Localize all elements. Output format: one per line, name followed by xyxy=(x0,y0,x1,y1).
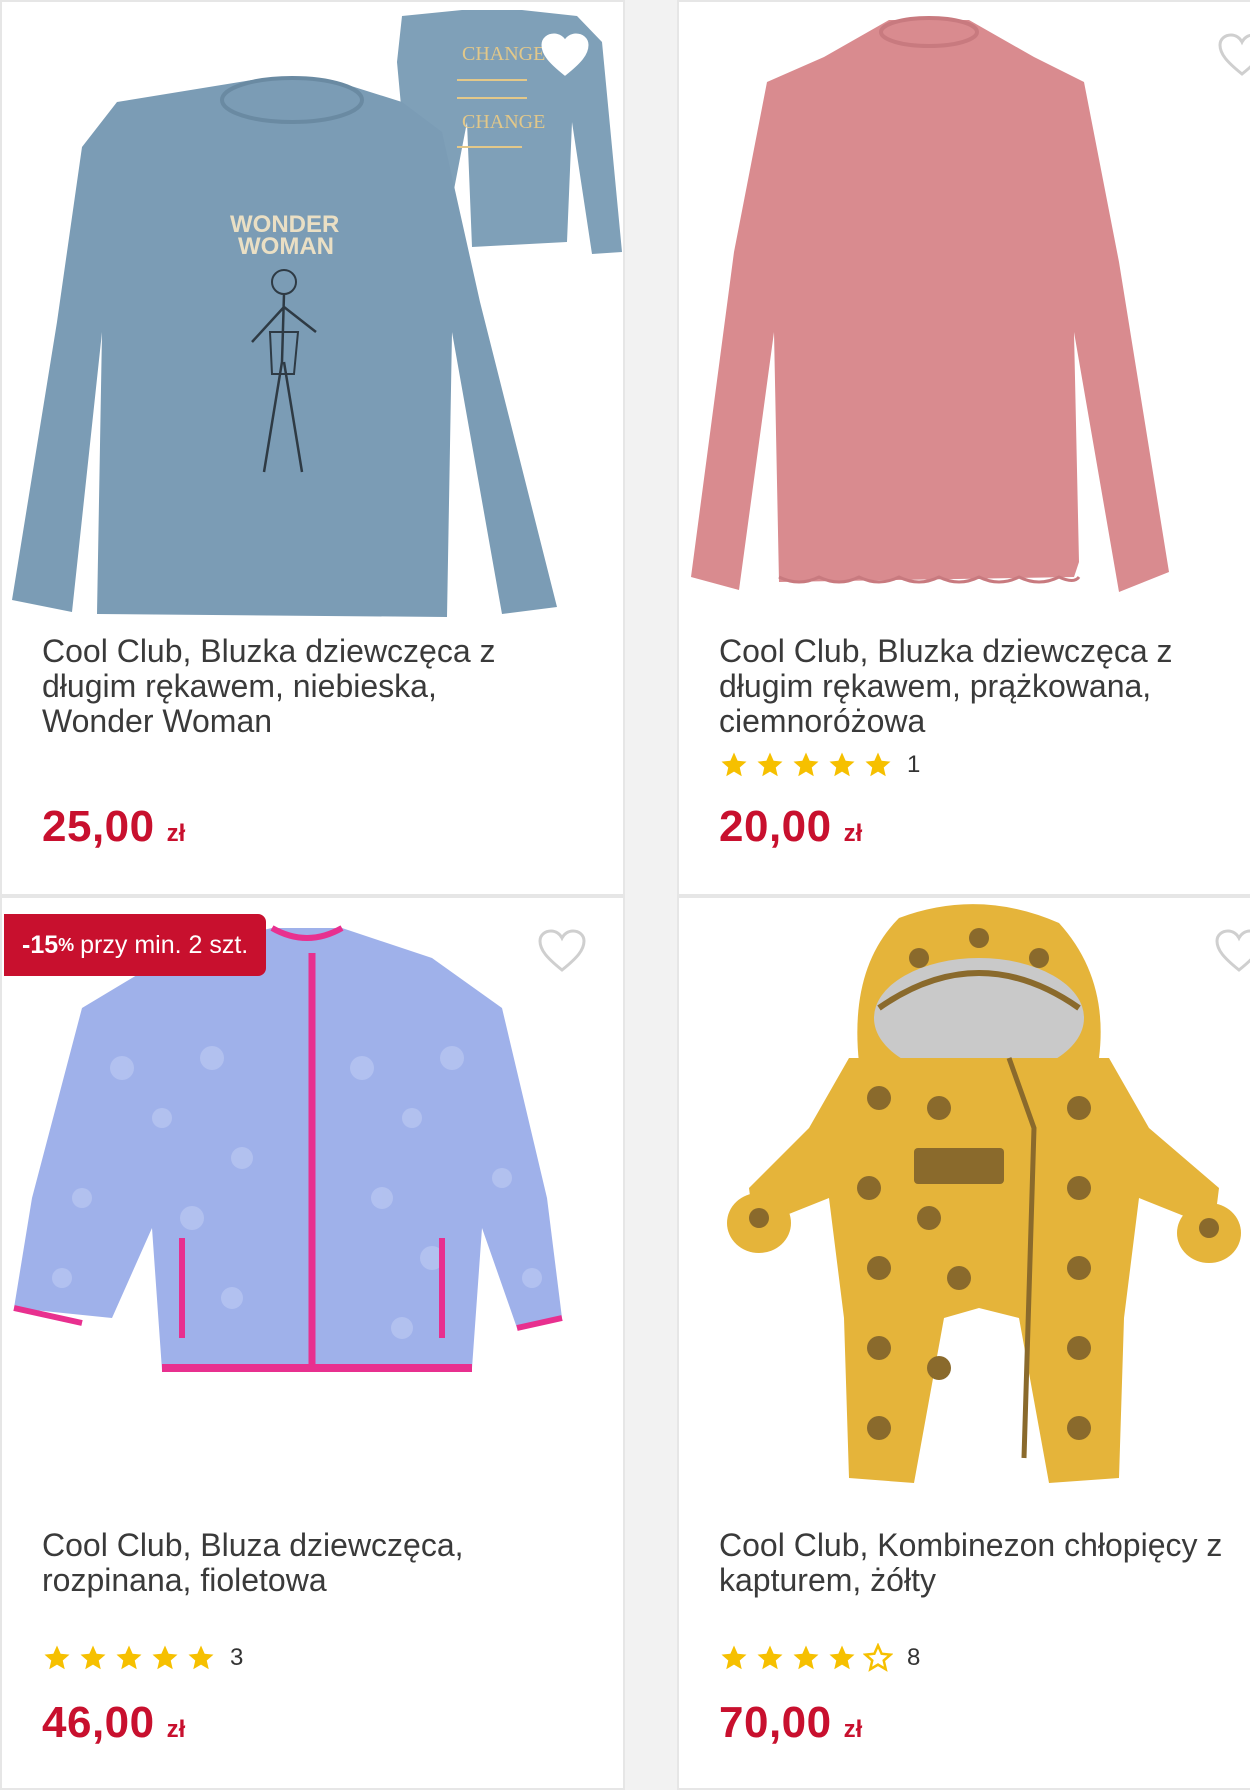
product-price: 70,00 zł xyxy=(719,1698,862,1748)
product-title-line: Cool Club, Bluza dziewczęca, xyxy=(42,1527,464,1563)
star-icon xyxy=(721,752,747,777)
product-title[interactable]: Cool Club, Bluza dziewczęca, rozpinana, … xyxy=(42,1528,602,1598)
product-title-line: Cool Club, Bluzka dziewczęca z xyxy=(42,633,496,669)
back-print-text-1: CHANGE xyxy=(462,43,545,65)
star-icon xyxy=(757,1645,783,1670)
star-icon xyxy=(721,1645,747,1670)
price-value: 70,00 xyxy=(719,1698,832,1747)
badge-text: przy min. 2 szt. xyxy=(80,930,249,959)
product-title[interactable]: Cool Club, Kombinezon chłopięcy z kaptur… xyxy=(719,1528,1250,1598)
product-price: 46,00 zł xyxy=(42,1698,185,1748)
product-title-line: rozpinana, fioletowa xyxy=(42,1562,327,1598)
product-title-line: Wonder Woman xyxy=(42,703,273,739)
star-icon xyxy=(865,752,891,777)
star-icon xyxy=(829,752,855,777)
product-card[interactable]: CHANGE CHANGE WONDER WOMAN Cool Club, Bl… xyxy=(0,0,625,896)
product-image[interactable]: CHANGE CHANGE WONDER WOMAN xyxy=(2,2,623,622)
promo-badge: -15% przy min. 2 szt. xyxy=(4,914,267,976)
bear-snowsuit xyxy=(727,904,1241,1483)
product-title-line: długim rękawem, prążkowana, xyxy=(719,668,1152,704)
sherpa-jacket xyxy=(13,925,563,1372)
price-currency: zł xyxy=(843,820,863,847)
product-title[interactable]: Cool Club, Bluzka dziewczęca z długim rę… xyxy=(719,634,1250,739)
price-currency: zł xyxy=(166,820,186,847)
wishlist-heart-icon[interactable] xyxy=(540,32,590,78)
product-title-line: długim rękawem, niebieska, xyxy=(42,668,437,704)
price-value: 25,00 xyxy=(42,802,155,851)
product-price: 20,00 zł xyxy=(719,802,862,852)
price-currency: zł xyxy=(843,1716,863,1743)
price-value: 46,00 xyxy=(42,1698,155,1747)
wishlist-heart-icon[interactable] xyxy=(1214,928,1250,974)
product-grid: CHANGE CHANGE WONDER WOMAN Cool Club, Bl… xyxy=(0,0,1250,1790)
star-icon xyxy=(793,1645,819,1670)
rating-count: 1 xyxy=(907,751,921,778)
star-outline-icon xyxy=(863,1643,893,1672)
product-card[interactable]: Cool Club, Bluzka dziewczęca z długim rę… xyxy=(677,0,1250,896)
star-icon xyxy=(793,752,819,777)
pink-shirt xyxy=(691,16,1169,592)
star-icon xyxy=(152,1645,178,1670)
product-image[interactable] xyxy=(679,898,1250,1518)
star-icon xyxy=(44,1645,70,1670)
price-currency: zł xyxy=(166,1716,186,1743)
product-title-line: kapturem, żółty xyxy=(719,1562,936,1598)
wishlist-heart-icon[interactable] xyxy=(537,928,587,974)
star-icon xyxy=(80,1645,106,1670)
wishlist-heart-icon[interactable] xyxy=(1217,32,1250,78)
product-title[interactable]: Cool Club, Bluzka dziewczęca z długim rę… xyxy=(42,634,602,739)
star-icon xyxy=(188,1645,214,1670)
star-icon xyxy=(829,1645,855,1670)
product-rating: 1 xyxy=(719,750,920,780)
product-price: 25,00 zł xyxy=(42,802,185,852)
product-rating: 3 xyxy=(42,1643,243,1673)
back-print-text-2: CHANGE xyxy=(462,111,545,133)
product-card[interactable]: Cool Club, Kombinezon chłopięcy z kaptur… xyxy=(677,896,1250,1790)
front-print-text-2: WOMAN xyxy=(238,233,334,260)
product-title-line: ciemnoróżowa xyxy=(719,703,926,739)
product-image[interactable] xyxy=(679,2,1250,622)
product-image[interactable] xyxy=(2,898,623,1518)
product-title-line: Cool Club, Bluzka dziewczęca z xyxy=(719,633,1173,669)
star-icon xyxy=(116,1645,142,1670)
product-title-line: Cool Club, Kombinezon chłopięcy z xyxy=(719,1527,1223,1563)
rating-count: 8 xyxy=(907,1644,921,1671)
star-icon xyxy=(757,752,783,777)
rating-count: 3 xyxy=(230,1644,244,1671)
badge-discount: -15 xyxy=(22,930,59,959)
price-value: 20,00 xyxy=(719,802,832,851)
product-card[interactable]: -15% przy min. 2 szt. Cool Club, Bluza dz… xyxy=(0,896,625,1790)
badge-percent: % xyxy=(58,934,75,955)
product-rating: 8 xyxy=(719,1643,920,1673)
